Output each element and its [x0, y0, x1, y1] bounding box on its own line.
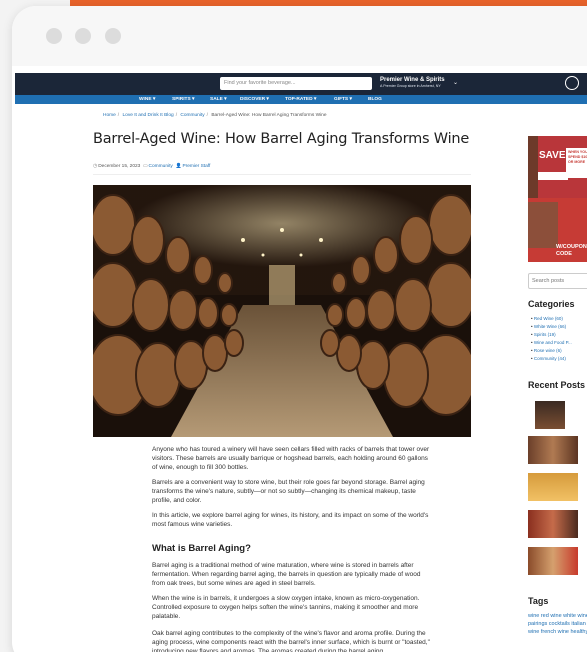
site-header: Find your favorite beverage... Premier W… — [15, 73, 587, 95]
tag-cloud[interactable]: wine red wine white wine pairings cockta… — [528, 612, 587, 636]
nav-item-top-rated[interactable]: TOP-RATED ▾ — [285, 96, 316, 103]
sidebar-search-input[interactable]: Search posts — [528, 273, 587, 289]
hero-image — [93, 185, 471, 437]
post-date: December 15, 2023 — [98, 164, 141, 169]
divider — [93, 174, 471, 175]
recent-post-thumbnail[interactable] — [535, 401, 565, 429]
section-heading: What is Barrel Aging? — [152, 543, 251, 554]
article-paragraph: Oak barrel aging contributes to the comp… — [152, 630, 430, 652]
category-item[interactable]: Wine and Food P... — [531, 339, 572, 347]
article-paragraph: In this article, we explore barrel aging… — [152, 512, 429, 529]
recent-posts-heading: Recent Posts — [528, 380, 586, 390]
promo-banner[interactable]: SAVE $10 WHEN YOU SPEND $100 OR MORE W/C… — [528, 136, 587, 262]
category-item[interactable]: Spirits (19) — [531, 331, 572, 339]
nav-item-wine[interactable]: WINE ▾ — [139, 96, 155, 103]
breadcrumb-home[interactable]: Home — [103, 113, 116, 118]
window-dot-icon[interactable] — [46, 28, 62, 44]
store-subtitle: A Premier Group store in Amherst, NY — [380, 84, 441, 88]
post-category[interactable]: Community — [149, 164, 173, 169]
browser-chrome — [12, 6, 587, 66]
page-viewport: Find your favorite beverage... Premier W… — [15, 73, 587, 652]
breadcrumb-current: Barrel-Aged Wine: How Barrel Aging Trans… — [211, 113, 327, 118]
clock-icon: ◷ — [93, 164, 98, 169]
folder-icon: ▭ — [143, 164, 148, 169]
category-item[interactable]: White Wine (66) — [531, 323, 572, 331]
category-item[interactable]: Community (44) — [531, 355, 572, 363]
promo-coupon: W/COUPON CODE — [556, 244, 587, 257]
breadcrumb: Home / Love It and Drink It Blog / Communi… — [103, 113, 327, 118]
window-dot-icon[interactable] — [105, 28, 121, 44]
promo-image — [528, 136, 538, 198]
chevron-down-icon[interactable]: ⌄ — [453, 79, 458, 86]
page-title: Barrel-Aged Wine: How Barrel Aging Trans… — [93, 131, 470, 147]
article-paragraph: When the wine is in barrels, it undergoe… — [152, 595, 420, 621]
recent-post-thumbnail[interactable] — [528, 510, 578, 538]
promo-badge: WHEN YOU SPEND $100 OR MORE — [568, 150, 587, 164]
store-name: Premier Wine & Spirits — [380, 77, 445, 83]
post-author[interactable]: Premier Staff — [182, 164, 210, 169]
nav-item-gifts[interactable]: GIFTS ▾ — [334, 96, 352, 103]
user-icon: 👤 — [175, 164, 182, 169]
recent-post-thumbnail[interactable] — [528, 473, 578, 501]
store-selector[interactable]: Premier Wine & Spirits A Premier Group s… — [380, 77, 445, 89]
recent-post-thumbnail[interactable] — [528, 547, 578, 575]
category-item[interactable]: Rose wine (6) — [531, 347, 572, 355]
window-dot-icon[interactable] — [75, 28, 91, 44]
breadcrumb-section[interactable]: Community — [180, 113, 204, 118]
promo-image — [528, 202, 558, 248]
search-input[interactable]: Find your favorite beverage... — [220, 77, 372, 90]
breadcrumb-blog[interactable]: Love It and Drink It Blog — [122, 113, 173, 118]
article-meta: ◷December 15, 2023 ▭Community 👤Premier S… — [93, 164, 210, 169]
recent-post-thumbnail[interactable] — [528, 436, 578, 464]
article-paragraph: Anyone who has toured a winery will have… — [152, 446, 430, 472]
tags-heading: Tags — [528, 596, 549, 606]
account-icon[interactable] — [565, 76, 579, 90]
nav-item-discover[interactable]: DISCOVER ▾ — [240, 96, 269, 103]
article-paragraph: Barrel aging is a traditional method of … — [152, 562, 421, 588]
nav-item-spirits[interactable]: SPIRITS ▾ — [172, 96, 194, 103]
category-list: Red Wine (60) White Wine (66) Spirits (1… — [531, 315, 572, 362]
nav-item-sale[interactable]: SALE ▾ — [210, 96, 227, 103]
main-nav: WINE ▾ SPIRITS ▾ SALE ▾ DISCOVER ▾ TOP-R… — [15, 95, 587, 104]
category-item[interactable]: Red Wine (60) — [531, 315, 572, 323]
article-paragraph: Barrels are a convenient way to store wi… — [152, 479, 425, 505]
nav-item-blog[interactable]: BLOG — [368, 96, 382, 103]
categories-heading: Categories — [528, 299, 575, 309]
